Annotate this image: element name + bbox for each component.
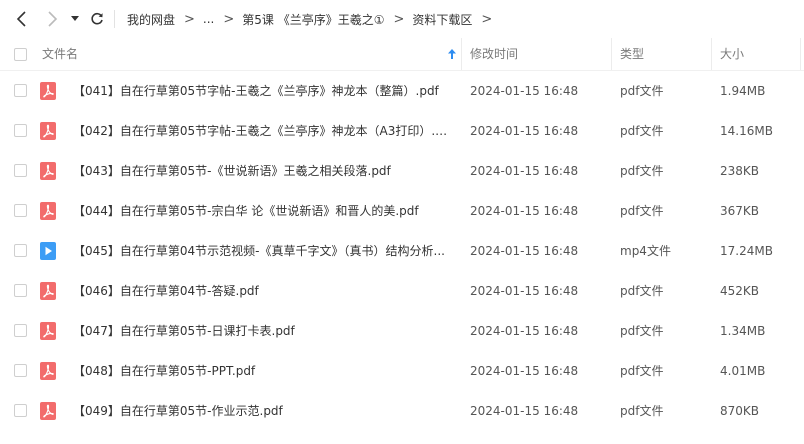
breadcrumb-separator: >: [393, 11, 405, 27]
file-row[interactable]: 【046】自在行草第04节-答疑.pdf 2024-01-15 16:48 pd…: [0, 271, 804, 311]
row-checkbox[interactable]: [14, 284, 27, 297]
pdf-file-icon: [40, 362, 56, 380]
column-divider[interactable]: [711, 38, 712, 70]
file-type: mp4文件: [620, 244, 671, 258]
refresh-button[interactable]: [86, 8, 108, 30]
file-type: pdf文件: [620, 84, 664, 98]
file-type: pdf文件: [620, 324, 664, 338]
file-type: pdf文件: [620, 124, 664, 138]
file-size: 870KB: [720, 404, 760, 418]
header-type[interactable]: 类型: [620, 38, 644, 70]
chevron-left-icon: [16, 11, 26, 27]
file-modified: 2024-01-15 16:48: [470, 324, 579, 338]
file-size: 367KB: [720, 204, 760, 218]
row-checkbox[interactable]: [14, 364, 27, 377]
file-row[interactable]: 【043】自在行草第05节-《世说新语》王羲之相关段落.pdf 2024-01-…: [0, 151, 804, 191]
file-modified: 2024-01-15 16:48: [470, 404, 579, 418]
breadcrumb-separator: >: [223, 11, 235, 27]
file-row[interactable]: 【045】自在行草第04节示范视频-《真草千字文》（真书）结构分析... 202…: [0, 231, 804, 271]
file-size: 17.24MB: [720, 244, 773, 258]
column-divider[interactable]: [800, 38, 801, 70]
header-filename[interactable]: 文件名: [42, 38, 78, 70]
file-modified: 2024-01-15 16:48: [470, 364, 579, 378]
navigation-bar: 我的网盘 > ... > 第5课 《兰亭序》王羲之① > 资料下载区 >: [0, 0, 804, 38]
pdf-file-icon: [40, 162, 56, 180]
file-type: pdf文件: [620, 164, 664, 178]
pdf-file-icon: [40, 402, 56, 420]
file-name[interactable]: 【045】自在行草第04节示范视频-《真草千字文》（真书）结构分析...: [73, 231, 451, 271]
file-row[interactable]: 【041】自在行草第05节字帖-王羲之《兰亭序》神龙本（整篇）.pdf 2024…: [0, 71, 804, 111]
pdf-file-icon: [40, 82, 56, 100]
file-size: 452KB: [720, 284, 760, 298]
file-size: 238KB: [720, 164, 760, 178]
file-name[interactable]: 【047】自在行草第05节-日课打卡表.pdf: [73, 311, 451, 351]
file-modified: 2024-01-15 16:48: [470, 84, 579, 98]
forward-button[interactable]: [41, 8, 63, 30]
row-checkbox[interactable]: [14, 324, 27, 337]
breadcrumb-ellipsis[interactable]: ...: [203, 12, 214, 26]
video-file-icon: [40, 242, 56, 260]
file-size: 1.34MB: [720, 324, 766, 338]
refresh-icon: [91, 12, 103, 25]
chevron-right-icon: [48, 11, 58, 27]
row-checkbox[interactable]: [14, 404, 27, 417]
file-name[interactable]: 【049】自在行草第05节-作业示范.pdf: [73, 391, 451, 431]
pdf-file-icon: [40, 202, 56, 220]
caret-down-icon: [71, 16, 79, 21]
file-name[interactable]: 【041】自在行草第05节字帖-王羲之《兰亭序》神龙本（整篇）.pdf: [73, 71, 451, 111]
history-dropdown-button[interactable]: [66, 8, 84, 30]
file-modified: 2024-01-15 16:48: [470, 244, 579, 258]
breadcrumb-folder-lesson5[interactable]: 第5课 《兰亭序》王羲之①: [242, 11, 384, 28]
breadcrumb-separator: >: [481, 11, 493, 27]
file-row[interactable]: 【042】自在行草第05节字帖-王羲之《兰亭序》神龙本（A3打印）.pdf 20…: [0, 111, 804, 151]
header-modified[interactable]: 修改时间: [470, 38, 518, 70]
column-divider[interactable]: [611, 38, 612, 70]
file-type: pdf文件: [620, 404, 664, 418]
file-name[interactable]: 【044】自在行草第05节-宗白华 论《世说新语》和晋人的美.pdf: [73, 191, 451, 231]
file-name[interactable]: 【042】自在行草第05节字帖-王羲之《兰亭序》神龙本（A3打印）.pdf: [73, 111, 451, 151]
row-checkbox[interactable]: [14, 124, 27, 137]
file-modified: 2024-01-15 16:48: [470, 284, 579, 298]
pdf-file-icon: [40, 282, 56, 300]
breadcrumb: 我的网盘 > ... > 第5课 《兰亭序》王羲之① > 资料下载区 >: [127, 0, 500, 38]
nav-divider: [114, 10, 115, 28]
file-type: pdf文件: [620, 284, 664, 298]
breadcrumb-root[interactable]: 我的网盘: [127, 11, 175, 28]
column-divider[interactable]: [461, 38, 462, 70]
file-name[interactable]: 【048】自在行草第05节-PPT.pdf: [73, 351, 451, 391]
row-checkbox[interactable]: [14, 164, 27, 177]
file-modified: 2024-01-15 16:48: [470, 204, 579, 218]
file-row[interactable]: 【047】自在行草第05节-日课打卡表.pdf 2024-01-15 16:48…: [0, 311, 804, 351]
file-type: pdf文件: [620, 364, 664, 378]
row-checkbox[interactable]: [14, 84, 27, 97]
sort-ascending-icon[interactable]: [447, 48, 457, 63]
header-size[interactable]: 大小: [720, 38, 744, 70]
back-button[interactable]: [11, 8, 33, 30]
breadcrumb-separator: >: [184, 11, 195, 27]
file-row[interactable]: 【049】自在行草第05节-作业示范.pdf 2024-01-15 16:48 …: [0, 391, 804, 431]
file-row[interactable]: 【044】自在行草第05节-宗白华 论《世说新语》和晋人的美.pdf 2024-…: [0, 191, 804, 231]
file-type: pdf文件: [620, 204, 664, 218]
row-checkbox[interactable]: [14, 204, 27, 217]
file-row[interactable]: 【048】自在行草第05节-PPT.pdf 2024-01-15 16:48 p…: [0, 351, 804, 391]
file-size: 1.94MB: [720, 84, 766, 98]
file-modified: 2024-01-15 16:48: [470, 164, 579, 178]
file-list: 【041】自在行草第05节字帖-王羲之《兰亭序》神龙本（整篇）.pdf 2024…: [0, 71, 804, 431]
select-all-checkbox[interactable]: [14, 48, 27, 61]
pdf-file-icon: [40, 122, 56, 140]
file-name[interactable]: 【046】自在行草第04节-答疑.pdf: [73, 271, 451, 311]
file-list-header: 文件名 修改时间 类型 大小: [0, 38, 804, 71]
breadcrumb-folder-downloads[interactable]: 资料下载区: [412, 11, 472, 28]
file-size: 14.16MB: [720, 124, 773, 138]
file-size: 4.01MB: [720, 364, 766, 378]
file-modified: 2024-01-15 16:48: [470, 124, 579, 138]
file-name[interactable]: 【043】自在行草第05节-《世说新语》王羲之相关段落.pdf: [73, 151, 451, 191]
pdf-file-icon: [40, 322, 56, 340]
row-checkbox[interactable]: [14, 244, 27, 257]
